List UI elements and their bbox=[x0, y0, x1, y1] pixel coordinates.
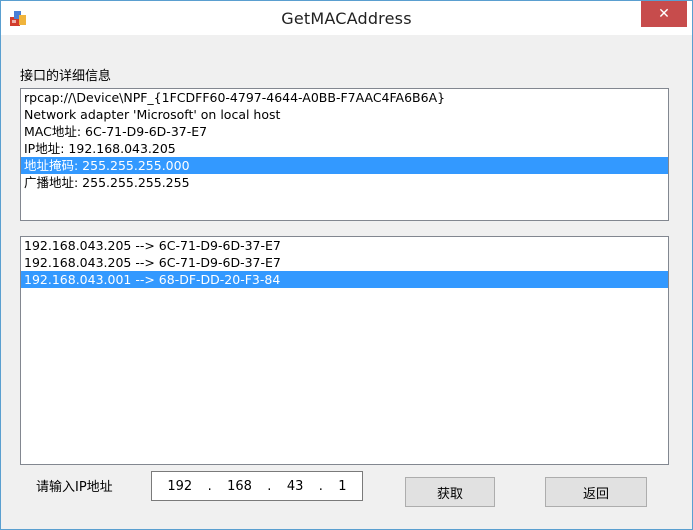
details-item[interactable]: 地址掩码: 255.255.255.000 bbox=[21, 157, 668, 174]
client-area: 接口的详细信息 rpcap://\Device\NPF_{1FCDFF60-47… bbox=[10, 35, 682, 521]
close-button[interactable]: ✕ bbox=[641, 1, 687, 27]
ip-separator: . bbox=[207, 478, 212, 494]
details-item[interactable]: 广播地址: 255.255.255.255 bbox=[21, 174, 668, 191]
result-item[interactable]: 192.168.043.205 --> 6C-71-D9-6D-37-E7 bbox=[21, 254, 668, 271]
ip-input-label: 请输入IP地址 bbox=[36, 480, 113, 495]
ip-address-input[interactable]: 192 . 168 . 43 . 1 bbox=[151, 471, 363, 501]
interface-details-listbox[interactable]: rpcap://\Device\NPF_{1FCDFF60-4797-4644-… bbox=[20, 88, 669, 221]
arp-results-listbox[interactable]: 192.168.043.205 --> 6C-71-D9-6D-37-E7 19… bbox=[20, 236, 669, 465]
window-title: GetMACAddress bbox=[281, 9, 412, 28]
result-item[interactable]: 192.168.043.205 --> 6C-71-D9-6D-37-E7 bbox=[21, 237, 668, 254]
main-window: GetMACAddress ✕ 接口的详细信息 rpcap://\Device\… bbox=[0, 0, 693, 530]
details-item[interactable]: Network adapter 'Microsoft' on local hos… bbox=[21, 106, 668, 123]
get-button[interactable]: 获取 bbox=[405, 477, 495, 507]
ip-separator: . bbox=[267, 478, 272, 494]
ip-octet-2[interactable]: 168 bbox=[227, 479, 252, 494]
details-group-label: 接口的详细信息 bbox=[20, 69, 112, 84]
ip-octet-3[interactable]: 43 bbox=[287, 479, 304, 494]
result-item[interactable]: 192.168.043.001 --> 68-DF-DD-20-F3-84 bbox=[21, 271, 668, 288]
ip-octet-4[interactable]: 1 bbox=[338, 479, 346, 494]
ip-octet-1[interactable]: 192 bbox=[167, 479, 192, 494]
details-item[interactable]: MAC地址: 6C-71-D9-6D-37-E7 bbox=[21, 123, 668, 140]
back-button[interactable]: 返回 bbox=[545, 477, 647, 507]
details-item[interactable]: IP地址: 192.168.043.205 bbox=[21, 140, 668, 157]
ip-separator: . bbox=[318, 478, 323, 494]
details-item[interactable]: rpcap://\Device\NPF_{1FCDFF60-4797-4644-… bbox=[21, 89, 668, 106]
title-bar[interactable]: GetMACAddress ✕ bbox=[1, 1, 692, 35]
